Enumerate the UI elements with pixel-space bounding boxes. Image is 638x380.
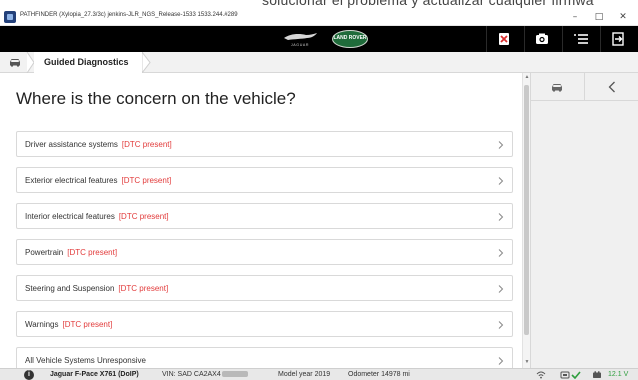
chevron-right-icon (498, 285, 504, 293)
concern-item-interior-electrical[interactable]: Interior electrical features [DTC present… (16, 203, 513, 229)
chevron-right-icon (498, 177, 504, 185)
dtc-present-tag: [DTC present] (118, 212, 169, 221)
window-title-bar: PATHFINDER (Xylopia_27.3/3c) jenkins-JLR… (0, 8, 638, 26)
back-button[interactable] (585, 73, 638, 101)
concern-item-all-systems-unresponsive[interactable]: All Vehicle Systems Unresponsive (16, 347, 513, 368)
exit-icon (612, 32, 624, 46)
dtc-present-tag: [DTC present] (67, 248, 118, 257)
vin-redaction (221, 371, 248, 377)
clear-dtc-button[interactable] (486, 26, 520, 52)
maximize-button[interactable]: □ (590, 10, 608, 24)
breadcrumb-current: Guided Diagnostics (34, 52, 142, 73)
land-rover-logo: LAND ROVER (332, 30, 368, 48)
chevron-right-icon (498, 357, 504, 365)
vehicle-view-button[interactable] (531, 73, 585, 101)
main-scrollbar[interactable]: ▲ ▼ (522, 73, 530, 368)
main-content: Where is the concern on the vehicle? Dri… (0, 73, 522, 368)
window-title: PATHFINDER (Xylopia_27.3/3c) jenkins-JLR… (20, 12, 238, 18)
land-rover-logo-text: LAND ROVER (333, 35, 367, 41)
scroll-thumb[interactable] (524, 85, 529, 335)
breadcrumb-end (142, 52, 151, 73)
battery-icon (593, 371, 601, 378)
concern-label: Warnings (25, 320, 59, 329)
car-icon (552, 84, 562, 92)
camera-icon (536, 33, 548, 44)
screenshot-button[interactable] (524, 26, 558, 52)
app-icon (4, 11, 16, 23)
breadcrumb-current-label: Guided Diagnostics (44, 57, 129, 67)
vin-value: VIN: SAD CA2AX4 (162, 371, 221, 378)
vin-field: VIN: SAD CA2AX4 (162, 371, 248, 378)
dtc-present-tag: [DTC present] (118, 284, 169, 293)
concern-item-warnings[interactable]: Warnings [DTC present] (16, 311, 513, 337)
close-button[interactable]: ✕ (614, 10, 632, 24)
clear-dtc-icon (499, 33, 509, 45)
network-icon (536, 371, 546, 379)
concern-label: Interior electrical features (25, 212, 115, 221)
menu-button[interactable] (562, 26, 596, 52)
concern-label: Steering and Suspension (25, 284, 115, 293)
exit-button[interactable] (600, 26, 634, 52)
concern-label: Exterior electrical features (25, 176, 118, 185)
info-icon[interactable]: i (24, 370, 34, 380)
chevron-right-icon (498, 249, 504, 257)
breadcrumb: Guided Diagnostics (0, 52, 638, 73)
concern-item-exterior-electrical[interactable]: Exterior electrical features [DTC present… (16, 167, 513, 193)
app-header: JAGUAR LAND ROVER (0, 26, 638, 52)
vehicle-name: Jaguar F-Pace X761 (DoIP) (50, 371, 139, 378)
chevron-right-icon (498, 321, 504, 329)
chevron-right-icon (498, 213, 504, 221)
side-panel-toolbar (531, 73, 638, 101)
status-bar: i Jaguar F-Pace X761 (DoIP) VIN: SAD CA2… (0, 368, 638, 380)
concern-item-driver-assistance[interactable]: Driver assistance systems [DTC present] (16, 131, 513, 157)
menu-icon (574, 34, 588, 44)
car-icon (10, 59, 20, 67)
odometer: Odometer 14978 mi (348, 371, 410, 378)
jaguar-logo: JAGUAR (280, 30, 320, 48)
jaguar-leaper-icon: JAGUAR (284, 33, 317, 47)
interface-icon (560, 371, 570, 379)
dtc-present-tag: [DTC present] (121, 176, 172, 185)
document-heading-text: solucionar el problema y actualizar cual… (262, 0, 594, 8)
minimize-button[interactable]: – (566, 10, 584, 24)
side-panel (530, 73, 638, 368)
page-title: Where is the concern on the vehicle? (16, 89, 296, 108)
concern-label: Powertrain (25, 248, 64, 257)
dtc-present-tag: [DTC present] (121, 140, 172, 149)
concern-item-steering-suspension[interactable]: Steering and Suspension [DTC present] (16, 275, 513, 301)
svg-text:JAGUAR: JAGUAR (291, 43, 309, 47)
model-year: Model year 2019 (278, 371, 331, 378)
concern-label: Driver assistance systems (25, 140, 118, 149)
chevron-right-icon (498, 141, 504, 149)
chevron-left-icon (608, 81, 615, 93)
battery-voltage: 12.1 V (608, 371, 629, 378)
concern-item-powertrain[interactable]: Powertrain [DTC present] (16, 239, 513, 265)
check-icon (571, 371, 581, 379)
dtc-present-tag: [DTC present] (62, 320, 113, 329)
document-heading-fragment: solucionar el problema y actualizar cual… (0, 0, 638, 8)
concern-label: All Vehicle Systems Unresponsive (25, 356, 146, 365)
